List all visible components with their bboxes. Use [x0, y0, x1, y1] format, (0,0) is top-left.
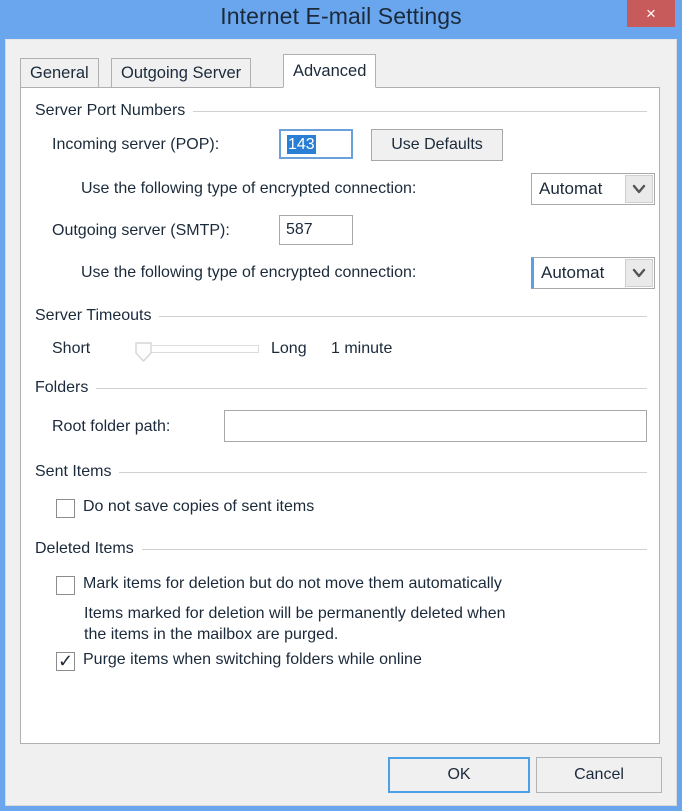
- outgoing-server-label: Outgoing server (SMTP):: [52, 222, 230, 239]
- deleted-items-hint-line1: Items marked for deletion will be perman…: [84, 605, 506, 622]
- root-folder-path-label-wrap: Root folder path:: [52, 418, 170, 436]
- tabpanel-advanced: Server Port Numbers Incoming server (POP…: [20, 87, 660, 744]
- checkbox-box[interactable]: [56, 576, 75, 595]
- check-icon: ✓: [58, 651, 74, 671]
- server-timeout-slider[interactable]: [127, 336, 259, 362]
- timeout-long-label: Long: [271, 340, 307, 357]
- group-rule: [35, 472, 647, 473]
- group-label-sent-items: Sent Items: [35, 463, 120, 481]
- timeout-value-label: 1 minute: [331, 340, 393, 357]
- dialog-body: General Outgoing Server Advanced Server …: [5, 39, 677, 806]
- group-label-folders: Folders: [35, 379, 97, 397]
- root-folder-path-input[interactable]: [224, 410, 647, 442]
- group-label-deleted-items: Deleted Items: [35, 540, 142, 558]
- incoming-server-port-input[interactable]: 143: [279, 129, 353, 159]
- group-rule: [35, 388, 647, 389]
- outgoing-server-port-input[interactable]: 587: [279, 215, 353, 245]
- group-folders: Folders: [35, 379, 647, 397]
- group-deleted-items: Deleted Items: [35, 540, 647, 558]
- tabstrip: General Outgoing Server Advanced: [20, 54, 660, 88]
- incoming-encryption-label-wrap: Use the following type of encrypted conn…: [81, 180, 416, 198]
- root-folder-path-label: Root folder path:: [52, 418, 171, 435]
- outgoing-encryption-label-wrap: Use the following type of encrypted conn…: [81, 264, 416, 282]
- use-defaults-button[interactable]: Use Defaults: [371, 129, 503, 161]
- group-label-server-port-numbers: Server Port Numbers: [35, 102, 194, 120]
- checkbox-label: Purge items when switching folders while…: [83, 651, 422, 668]
- chevron-down-icon[interactable]: [625, 175, 653, 203]
- cancel-button[interactable]: Cancel: [536, 757, 662, 793]
- group-server-port-numbers: Server Port Numbers: [35, 102, 647, 120]
- outgoing-encryption-value: Automat: [541, 263, 605, 282]
- window-title: Internet E-mail Settings: [220, 3, 462, 29]
- checkbox-do-not-save-copies[interactable]: Do not save copies of sent items: [56, 498, 314, 518]
- group-label-server-timeouts: Server Timeouts: [35, 307, 160, 325]
- timeout-value-wrap: 1 minute: [331, 340, 392, 358]
- incoming-server-label-wrap: Incoming server (POP):: [52, 136, 219, 154]
- checkbox-box[interactable]: ✓: [56, 651, 75, 671]
- incoming-encryption-select[interactable]: Automat: [531, 173, 655, 205]
- timeout-short-label-wrap: Short: [52, 340, 90, 358]
- outgoing-encryption-label: Use the following type of encrypted conn…: [81, 264, 417, 281]
- incoming-server-label: Incoming server (POP):: [52, 136, 220, 153]
- incoming-encryption-value: Automat: [539, 179, 603, 198]
- chevron-down-icon[interactable]: [625, 259, 653, 287]
- checkbox-purge-items[interactable]: ✓ Purge items when switching folders whi…: [56, 651, 422, 671]
- dialog-footer: OK Cancel: [6, 743, 676, 805]
- group-server-timeouts: Server Timeouts: [35, 307, 647, 325]
- deleted-items-hint-line2: the items in the mailbox are purged.: [84, 626, 339, 643]
- dialog-window: Internet E-mail Settings × General Outgo…: [0, 0, 682, 811]
- slider-track: [145, 345, 259, 353]
- close-icon[interactable]: ×: [627, 0, 675, 27]
- checkbox-mark-items-for-deletion[interactable]: Mark items for deletion but do not move …: [56, 575, 502, 595]
- incoming-server-port-value: 143: [287, 135, 316, 154]
- tab-advanced[interactable]: Advanced: [283, 54, 377, 88]
- timeout-short-label: Short: [52, 340, 91, 357]
- ok-button[interactable]: OK: [388, 757, 530, 793]
- outgoing-server-port-value: 587: [286, 221, 313, 238]
- checkbox-label: Mark items for deletion but do not move …: [83, 575, 502, 592]
- outgoing-server-label-wrap: Outgoing server (SMTP):: [52, 222, 230, 240]
- group-sent-items: Sent Items: [35, 463, 647, 481]
- checkbox-box[interactable]: [56, 499, 75, 518]
- incoming-encryption-label: Use the following type of encrypted conn…: [81, 180, 417, 197]
- slider-thumb[interactable]: [135, 342, 152, 362]
- tab-general[interactable]: General: [20, 58, 99, 88]
- timeout-long-label-wrap: Long: [271, 340, 307, 358]
- tab-outgoing-server[interactable]: Outgoing Server: [111, 58, 252, 88]
- outgoing-encryption-select[interactable]: Automat: [531, 257, 655, 289]
- checkbox-label: Do not save copies of sent items: [83, 498, 315, 515]
- titlebar: Internet E-mail Settings ×: [0, 0, 682, 39]
